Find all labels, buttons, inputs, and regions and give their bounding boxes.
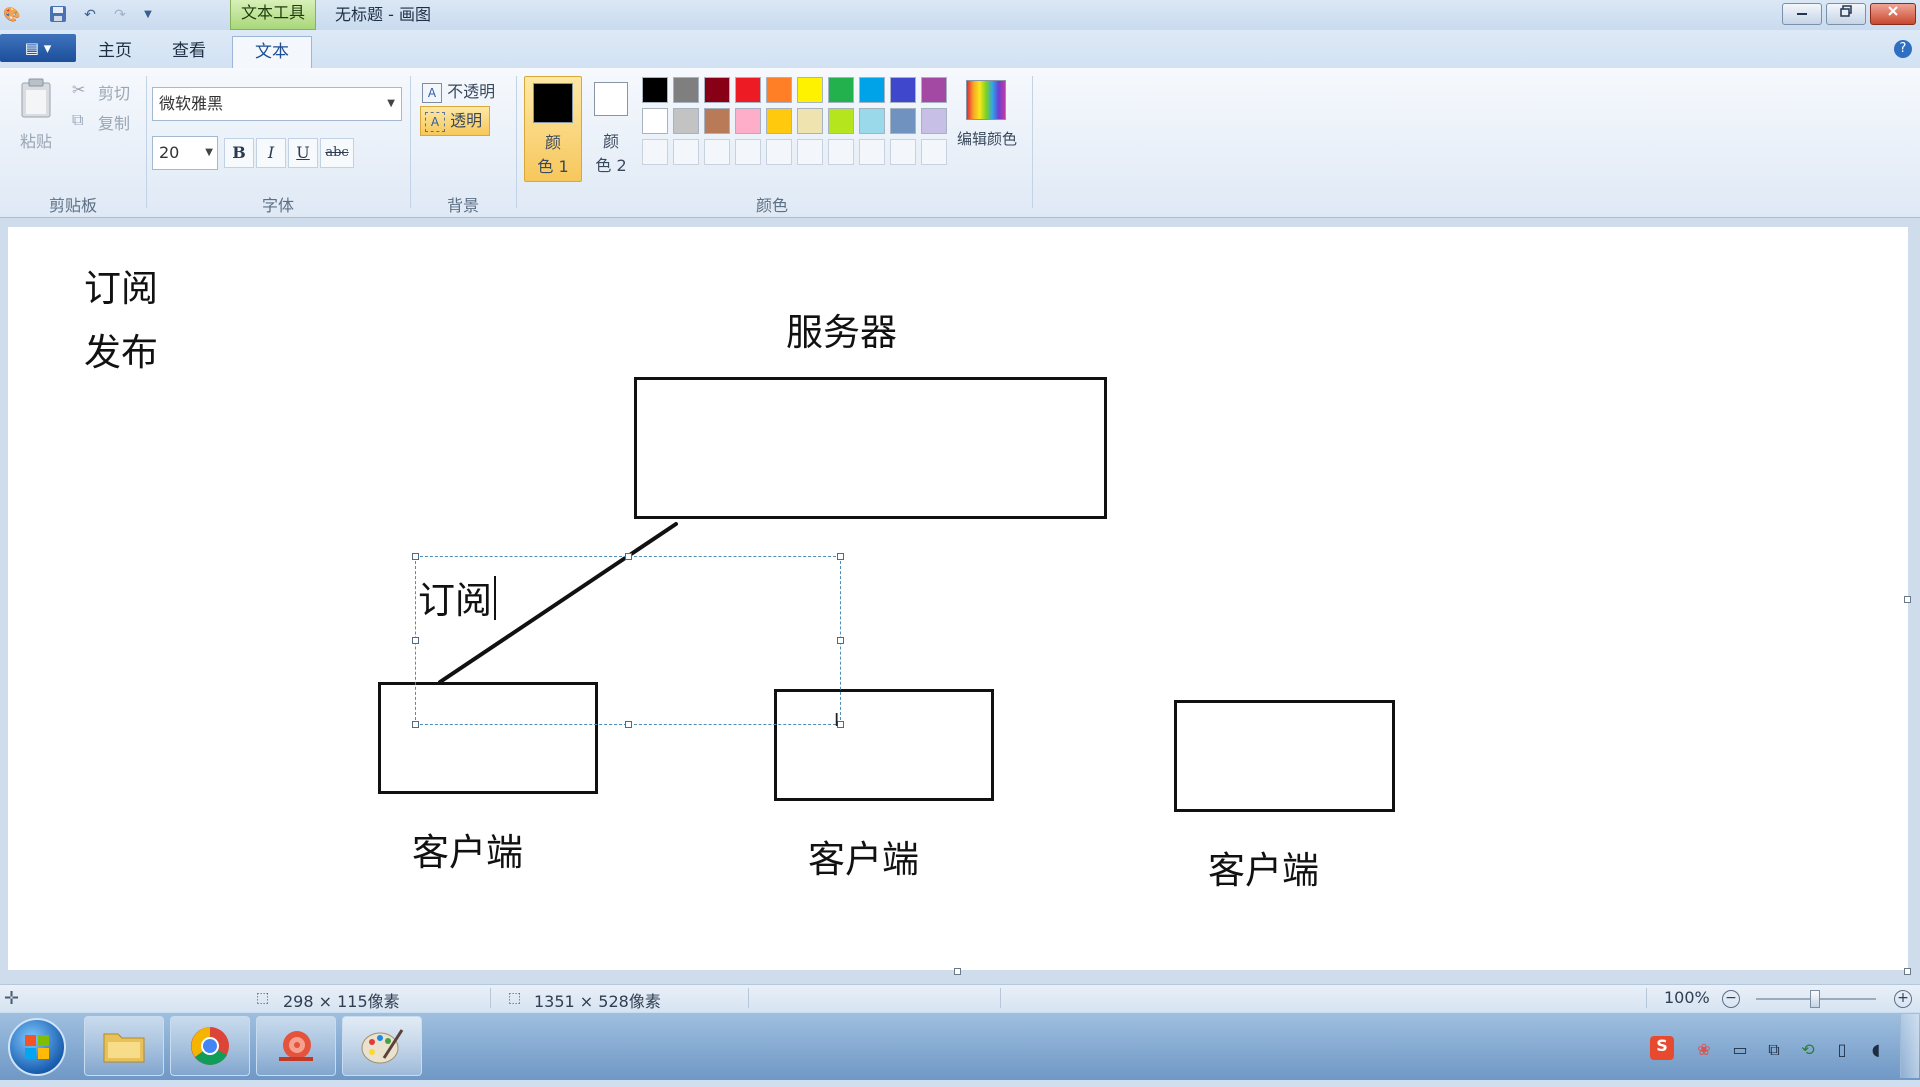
- canvas-size-value: 1351 × 528像素: [534, 992, 661, 1011]
- canvas-size-icon: ⬚: [508, 990, 522, 1006]
- device-icon[interactable]: ▯: [1832, 1040, 1852, 1060]
- zoom-in-icon[interactable]: +: [1894, 990, 1912, 1008]
- client-box-3: [1174, 700, 1395, 812]
- cursor-position-icon: ✛: [4, 988, 20, 1009]
- client-label-1: 客户端: [412, 831, 523, 874]
- action-center-icon[interactable]: ▭: [1730, 1040, 1750, 1060]
- textbox-handle-n[interactable]: [625, 553, 632, 560]
- app-tray-icon[interactable]: ❀: [1694, 1040, 1714, 1060]
- volume-icon[interactable]: ◖: [1866, 1040, 1886, 1060]
- text-cursor-icon: Ι: [834, 710, 840, 731]
- paint-taskbar-icon[interactable]: [342, 1016, 422, 1076]
- display-icon[interactable]: ⧉: [1764, 1040, 1784, 1060]
- connector-line: [438, 522, 678, 684]
- textbox-handle-ne[interactable]: [837, 553, 844, 560]
- textbox-handle-w[interactable]: [412, 637, 419, 644]
- zoom-level: 100%: [1664, 988, 1710, 1007]
- status-divider: [1000, 988, 1001, 1008]
- network-icon[interactable]: ⟲: [1798, 1040, 1818, 1060]
- textbox-handle-sw[interactable]: [412, 721, 419, 728]
- show-desktop-button[interactable]: [1900, 1014, 1919, 1078]
- textbox-handle-e[interactable]: [837, 637, 844, 644]
- selection-size-value: 298 × 115像素: [283, 992, 400, 1011]
- status-divider: [1646, 988, 1647, 1008]
- zoom-out-icon[interactable]: −: [1722, 990, 1740, 1008]
- status-divider: [748, 988, 749, 1008]
- file-explorer-taskbar-icon[interactable]: [84, 1016, 164, 1076]
- sogou-input-icon[interactable]: S: [1650, 1036, 1674, 1060]
- chrome-taskbar-icon[interactable]: [170, 1016, 250, 1076]
- text-caret: [494, 576, 496, 620]
- start-button[interactable]: [8, 1018, 66, 1076]
- zoom-slider-thumb[interactable]: [1810, 990, 1820, 1008]
- snail-app-taskbar-icon[interactable]: [256, 1016, 336, 1076]
- editing-text[interactable]: 订阅: [418, 570, 492, 624]
- client-label-2: 客户端: [808, 838, 919, 881]
- textbox-handle-nw[interactable]: [412, 553, 419, 560]
- textbox-handle-s[interactable]: [625, 721, 632, 728]
- status-divider: [490, 988, 491, 1008]
- selection-size-icon: ⬚: [256, 990, 270, 1006]
- client-label-3: 客户端: [1208, 849, 1319, 892]
